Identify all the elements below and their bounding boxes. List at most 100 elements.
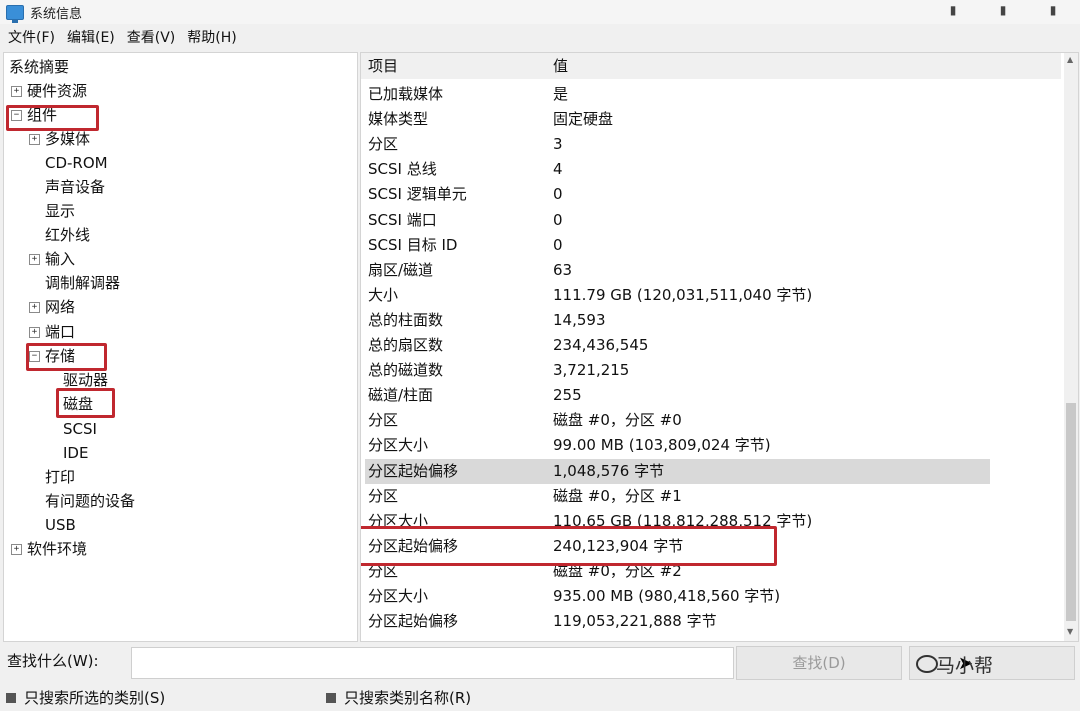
- category-tree[interactable]: 系统摘要 + 硬件资源 − 组件 + 多媒体 CD-ROM 声音设备 显示 红外…: [3, 52, 358, 642]
- tree-item-ide[interactable]: IDE: [63, 442, 88, 464]
- table-row[interactable]: 分区大小 935.00 MB (980,418,560 字节): [361, 584, 1061, 609]
- table-row[interactable]: 扇区/磁道 63: [361, 258, 1061, 283]
- find-bar: 查找什么(W): 查找(D) ➤ 马小帮 只搜索所选的类别(S) 只搜索类别名称…: [0, 642, 1080, 711]
- table-row[interactable]: 媒体类型 固定硬盘: [361, 107, 1061, 132]
- table-row[interactable]: 总的柱面数 14,593: [361, 308, 1061, 333]
- find-button[interactable]: 查找(D): [736, 646, 902, 680]
- search-category-names-checkbox[interactable]: 只搜索类别名称(R): [326, 687, 471, 708]
- table-row[interactable]: 分区起始偏移 1,048,576 字节: [361, 458, 1061, 484]
- item-cell: 分区: [368, 411, 399, 430]
- tree-item-label: 硬件资源: [27, 82, 88, 100]
- item-cell: 分区大小: [368, 587, 429, 605]
- annotation-box-partition-offset: [361, 526, 777, 566]
- value-cell: 255: [553, 386, 582, 405]
- expand-plus-icon[interactable]: +: [29, 254, 40, 265]
- annotation-box-components: [6, 105, 99, 131]
- details-scrollbar[interactable]: ▲ ▼: [1064, 53, 1078, 641]
- system-info-app-icon: [6, 4, 24, 23]
- table-row[interactable]: 分区 3: [361, 132, 1061, 157]
- menu-edit[interactable]: 编辑(E): [67, 27, 115, 47]
- table-row[interactable]: 分区 磁盘 #0，分区 #1: [361, 484, 1061, 509]
- table-row[interactable]: 分区起始偏移 119,053,221,888 字节: [361, 609, 1061, 634]
- table-row[interactable]: 磁道/柱面 255: [361, 383, 1061, 408]
- value-cell: 0: [553, 185, 563, 204]
- expand-plus-icon[interactable]: +: [11, 544, 22, 555]
- scroll-down-icon[interactable]: ▼: [1067, 627, 1073, 636]
- item-cell: SCSI 逻辑单元: [368, 185, 467, 204]
- table-row[interactable]: 已加载媒体 是: [361, 82, 1061, 107]
- menu-file[interactable]: 文件(F): [8, 27, 55, 47]
- expand-plus-icon[interactable]: +: [29, 327, 40, 338]
- tree-item-label: USB: [45, 516, 76, 534]
- table-row[interactable]: SCSI 逻辑单元 0: [361, 182, 1061, 207]
- stop-find-button[interactable]: ➤ 马小帮: [909, 646, 1075, 680]
- details-table-header: 项目 值: [361, 53, 1061, 79]
- value-cell: 4: [553, 160, 563, 179]
- value-cell: 234,436,545: [553, 336, 649, 354]
- value-cell: 99.00 MB (103,809,024 字节): [553, 436, 771, 455]
- tree-item-display[interactable]: 显示: [45, 200, 75, 222]
- item-cell: 磁道/柱面: [368, 386, 434, 405]
- tree-item-label: 声音设备: [45, 178, 106, 196]
- value-cell: 0: [553, 210, 563, 229]
- column-header-value[interactable]: 值: [553, 53, 568, 79]
- details-pane[interactable]: 项目 值 已加载媒体 是媒体类型 固定硬盘 分区 3 SCSI 总线 4 SCSI 逻辑单元 0…: [360, 52, 1079, 642]
- tree-item-label: 驱动器: [63, 371, 109, 389]
- tree-item-infrared[interactable]: 红外线: [45, 224, 90, 246]
- tree-item-network[interactable]: 网络: [45, 296, 75, 318]
- tree-item-label: 调制解调器: [45, 274, 121, 292]
- table-row[interactable]: 分区 磁盘 #0，分区 #0: [361, 408, 1061, 433]
- tree-item-cd-rom[interactable]: CD-ROM: [45, 152, 108, 174]
- tree-item-usb[interactable]: USB: [45, 514, 76, 536]
- item-cell: 分区大小: [368, 436, 429, 455]
- table-row[interactable]: SCSI 目标 ID 0: [361, 233, 1061, 258]
- tree-item-ports[interactable]: 端口: [45, 321, 75, 343]
- table-row[interactable]: 分区大小 99.00 MB (103,809,024 字节): [361, 433, 1061, 458]
- tree-item-modem[interactable]: 调制解调器: [45, 272, 120, 294]
- table-row[interactable]: SCSI 总线 4: [361, 157, 1061, 182]
- tree-item-label: 输入: [45, 250, 76, 268]
- tree-item-label: 红外线: [45, 226, 91, 244]
- table-row[interactable]: 大小 111.79 GB (120,031,511,040 字节): [361, 283, 1061, 308]
- expand-plus-icon[interactable]: +: [29, 302, 40, 313]
- tree-item-software-environment[interactable]: 软件环境: [27, 538, 87, 560]
- tree-item-printing[interactable]: 打印: [45, 466, 75, 488]
- expand-plus-icon[interactable]: +: [11, 86, 22, 97]
- column-header-item[interactable]: 项目: [368, 53, 398, 79]
- minimize-button[interactable]: ▮: [946, 3, 960, 17]
- annotation-box-storage: [26, 343, 107, 371]
- search-selected-category-checkbox[interactable]: 只搜索所选的类别(S): [6, 687, 165, 708]
- tree-item-hardware-resources[interactable]: 硬件资源: [27, 80, 87, 102]
- tree-item-label: 软件环境: [27, 540, 88, 558]
- tree-item-label: 有问题的设备: [45, 492, 136, 510]
- table-row[interactable]: SCSI 端口 0: [361, 208, 1061, 233]
- value-cell: 固定硬盘: [553, 110, 614, 129]
- expand-plus-icon[interactable]: +: [29, 134, 40, 145]
- value-cell: 0: [553, 235, 563, 254]
- checkbox-label: 只搜索类别名称(R): [344, 689, 472, 707]
- value-cell: 是: [553, 85, 569, 103]
- tree-item-scsi[interactable]: SCSI: [63, 418, 97, 440]
- tree-item-label: 端口: [45, 323, 76, 341]
- item-cell: 总的扇区数: [368, 336, 444, 354]
- table-row[interactable]: 总的磁道数 3,721,215: [361, 358, 1061, 383]
- tree-item-label: 系统摘要: [9, 58, 70, 76]
- item-cell: 总的磁道数: [368, 361, 444, 380]
- find-input[interactable]: [131, 647, 734, 679]
- scroll-thumb[interactable]: [1066, 403, 1076, 621]
- menu-view[interactable]: 查看(V): [127, 27, 176, 47]
- menu-help[interactable]: 帮助(H): [187, 27, 236, 47]
- tree-item-problem-devices[interactable]: 有问题的设备: [45, 490, 135, 512]
- tree-item-system-summary[interactable]: 系统摘要: [9, 56, 69, 78]
- tree-item-sound-devices[interactable]: 声音设备: [45, 176, 105, 198]
- menu-bar: 文件(F) 编辑(E) 查看(V) 帮助(H): [0, 25, 1080, 49]
- window-title: 系统信息: [30, 6, 83, 22]
- value-cell: 935.00 MB (980,418,560 字节): [553, 587, 781, 605]
- tree-item-multimedia[interactable]: 多媒体: [45, 128, 90, 150]
- scroll-up-icon[interactable]: ▲: [1067, 55, 1073, 64]
- table-row[interactable]: 总的扇区数 234,436,545: [361, 333, 1061, 358]
- tree-item-input[interactable]: 输入: [45, 248, 75, 270]
- maximize-button[interactable]: ▮: [996, 3, 1010, 17]
- close-button[interactable]: ▮: [1046, 3, 1060, 17]
- item-cell: 扇区/磁道: [368, 260, 434, 279]
